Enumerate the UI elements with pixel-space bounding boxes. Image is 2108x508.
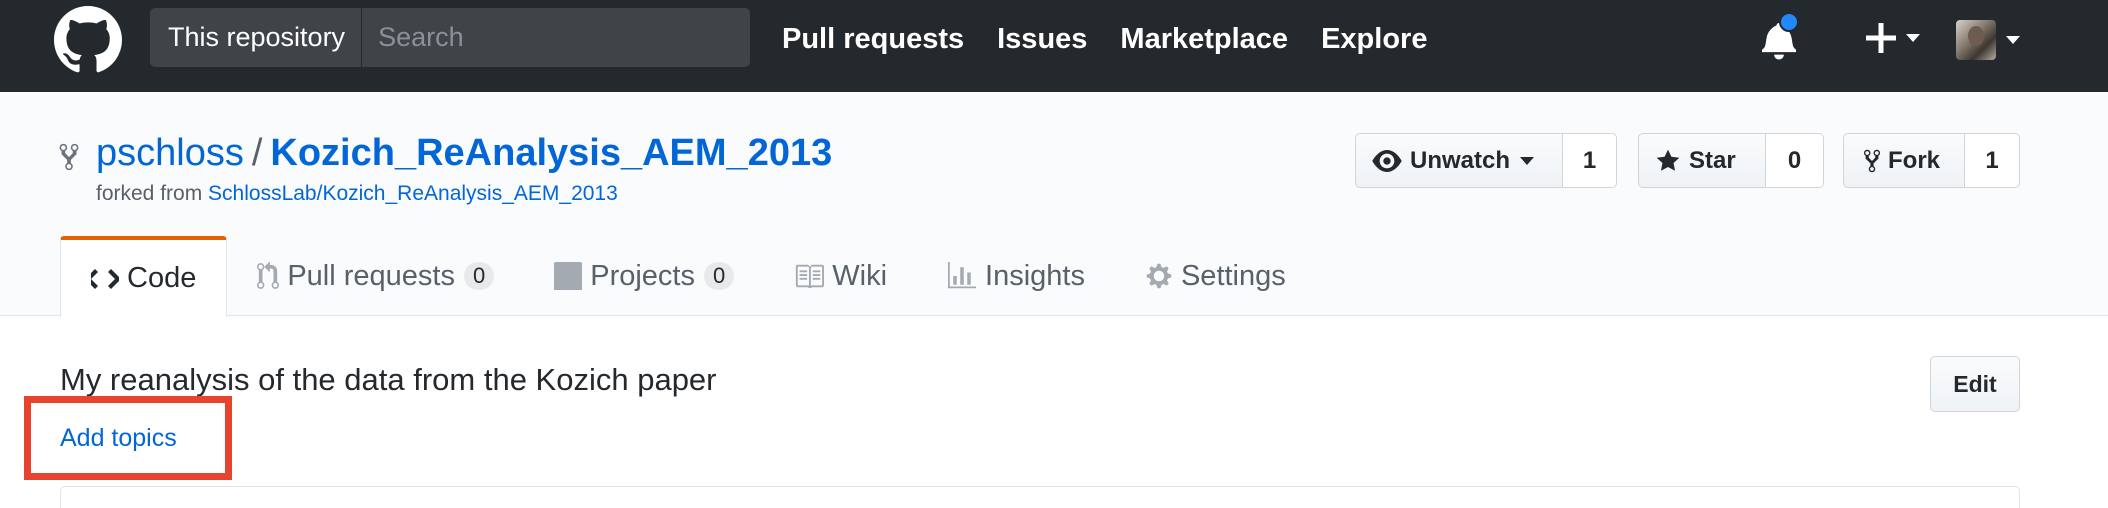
gear-icon [1146, 263, 1172, 289]
projects-counter: 0 [704, 262, 735, 290]
search-bar: This repository [150, 8, 750, 67]
tab-projects-label: Projects [590, 259, 695, 292]
user-menu-dropdown[interactable] [1956, 18, 2024, 62]
fork-group: Fork 1 [1843, 133, 2020, 188]
stargazers-count[interactable]: 0 [1766, 133, 1824, 188]
tab-code[interactable]: Code [60, 236, 228, 317]
search-input[interactable] [362, 8, 750, 67]
tab-pull-requests[interactable]: Pull requests 0 [227, 236, 524, 316]
book-icon [796, 264, 825, 288]
avatar [1956, 20, 1996, 60]
star-group: Star 0 [1638, 133, 1824, 188]
fork-label: Fork [1888, 146, 1941, 174]
nav-pull-requests[interactable]: Pull requests [782, 23, 964, 56]
repo-name-link[interactable]: Kozich_ReAnalysis_AEM_2013 [270, 132, 832, 174]
tab-wiki[interactable]: Wiki [764, 236, 917, 316]
repo-nav-tabs: Code Pull requests 0 Projects 0 Wiki Ins… [60, 236, 1316, 317]
project-icon [554, 262, 583, 290]
eye-icon [1372, 149, 1402, 172]
unwatch-button[interactable]: Unwatch [1355, 133, 1563, 188]
repo-forked-icon [58, 142, 80, 172]
tab-wiki-label: Wiki [832, 259, 888, 292]
repo-summary-box [60, 486, 2020, 508]
tab-pull-requests-label: Pull requests [287, 259, 455, 292]
star-icon [1656, 149, 1680, 171]
star-label: Star [1689, 146, 1736, 174]
graph-icon [948, 262, 977, 289]
global-nav: Pull requests Issues Marketplace Explore [782, 0, 1460, 78]
forks-count[interactable]: 1 [1965, 133, 2020, 188]
annotation-highlight-box [24, 396, 232, 480]
global-header: This repository Pull requests Issues Mar… [0, 0, 2108, 92]
watch-group: Unwatch 1 [1355, 133, 1617, 188]
code-icon [91, 268, 119, 289]
fork-source-link[interactable]: SchlossLab/Kozich_ReAnalysis_AEM_2013 [208, 182, 618, 205]
github-logo-icon[interactable] [54, 6, 122, 74]
repo-path-separator: / [251, 132, 263, 174]
tab-insights[interactable]: Insights [917, 236, 1115, 316]
tab-settings[interactable]: Settings [1115, 236, 1316, 316]
star-button[interactable]: Star [1638, 133, 1766, 188]
chevron-down-icon [1520, 156, 1535, 165]
watchers-count[interactable]: 1 [1563, 133, 1617, 188]
chevron-down-icon [2006, 36, 2020, 44]
edit-description-button[interactable]: Edit [1930, 356, 2020, 412]
repo-title: pschloss / Kozich_ReAnalysis_AEM_2013 [96, 132, 832, 175]
tab-code-label: Code [127, 262, 197, 294]
notification-unread-dot [1779, 12, 1799, 32]
pull-requests-counter: 0 [463, 262, 495, 290]
create-new-dropdown[interactable] [1866, 16, 1936, 60]
fork-button[interactable]: Fork [1843, 133, 1965, 188]
tab-projects[interactable]: Projects 0 [524, 236, 764, 316]
nav-marketplace[interactable]: Marketplace [1120, 23, 1288, 56]
chevron-down-icon [1906, 34, 1920, 42]
nav-explore[interactable]: Explore [1321, 23, 1427, 56]
tab-settings-label: Settings [1180, 259, 1286, 292]
fork-icon [1864, 149, 1880, 172]
forked-from-line: forked from SchlossLab/Kozich_ReAnalysis… [96, 182, 618, 206]
search-scope-label[interactable]: This repository [150, 8, 363, 67]
repo-description: My reanalysis of the data from the Kozic… [60, 362, 717, 397]
forked-from-label: forked from [96, 182, 203, 205]
pull-request-icon [257, 261, 280, 289]
unwatch-label: Unwatch [1410, 146, 1511, 174]
repo-owner-link[interactable]: pschloss [96, 132, 244, 174]
tab-insights-label: Insights [985, 259, 1085, 292]
plus-icon [1866, 23, 1896, 53]
nav-issues[interactable]: Issues [997, 23, 1087, 56]
